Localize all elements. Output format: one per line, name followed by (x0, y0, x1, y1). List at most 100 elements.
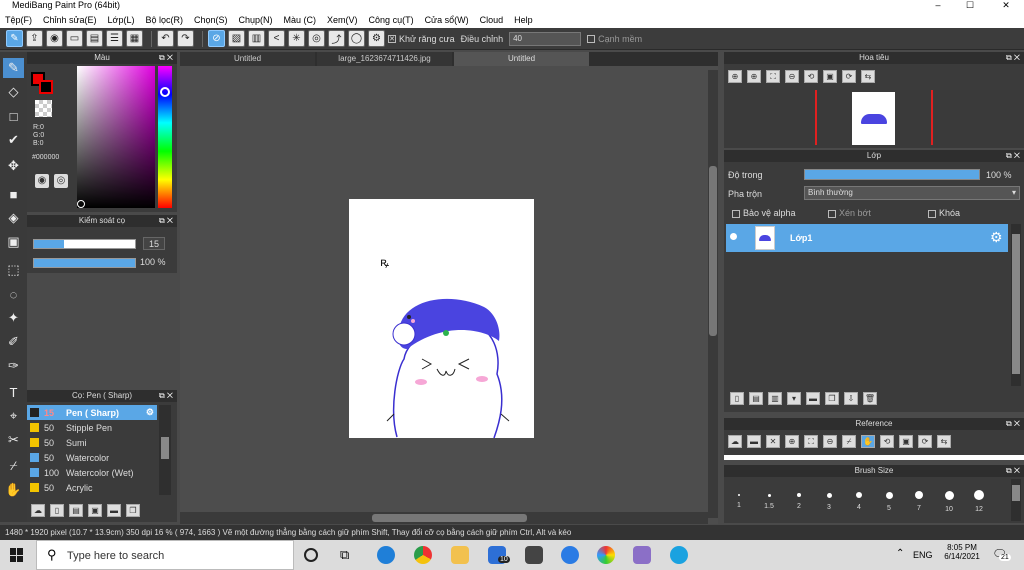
zoom-out-icon[interactable]: ⊖ (785, 70, 799, 83)
drawing-canvas[interactable]: ꝶ (349, 199, 534, 438)
brush-size-value[interactable]: 15 (143, 237, 165, 250)
brush-list-item[interactable]: 50 Acrylic (27, 480, 157, 495)
tray-chevron-up-icon[interactable]: ⌃ (896, 548, 904, 559)
minimize-button[interactable]: – (928, 0, 948, 10)
rotate-right-icon[interactable]: ⟳ (842, 70, 856, 83)
fit-window-icon[interactable]: ⛶ (766, 70, 780, 83)
curve-snap-icon[interactable]: ⤴ (328, 30, 345, 47)
hand-icon[interactable]: ✋ (3, 480, 24, 500)
tab-untitled-1[interactable]: Untitled (180, 52, 315, 66)
clock[interactable]: 8:05 PM 6/14/2021 (940, 543, 984, 561)
reference-zoom-out-icon[interactable]: ⊖ (823, 435, 837, 448)
panel-close-icon[interactable]: ⧉ ✕ (159, 390, 173, 402)
skype-icon[interactable] (670, 546, 688, 564)
panel-close-icon[interactable]: ⧉ ✕ (159, 52, 173, 64)
mail-icon[interactable]: 10 (488, 546, 510, 564)
document-icon[interactable]: ▤ (86, 30, 103, 47)
reference-hand-icon[interactable]: ✋ (861, 435, 875, 448)
panel-close-icon[interactable]: ⧉ ✕ (1006, 418, 1020, 430)
share-icon[interactable]: ⇪ (26, 30, 43, 47)
menu-snap[interactable]: Chụp(N) (239, 15, 273, 25)
cortana-icon[interactable] (304, 548, 318, 562)
medibang-icon[interactable] (597, 546, 615, 564)
flip-icon[interactable]: ⇆ (861, 70, 875, 83)
reference-rotate-right-icon[interactable]: ⟳ (918, 435, 932, 448)
lock-checkbox[interactable]: Khóa (928, 208, 960, 218)
add-layer-menu-icon[interactable]: ▾ (787, 392, 801, 405)
parallel-snap-icon[interactable]: ▧ (228, 30, 245, 47)
ellipse-snap-icon[interactable]: ◯ (348, 30, 365, 47)
reference-close-icon[interactable]: ✕ (766, 435, 780, 448)
blend-mode-select[interactable]: Bình thường ▾ (804, 186, 1020, 200)
layer-scrollbar[interactable] (1011, 224, 1021, 386)
menu-help[interactable]: Help (514, 15, 533, 25)
brush-settings-gear-icon[interactable]: ⚙ (146, 407, 154, 418)
panel-close-icon[interactable]: ⧉ ✕ (1006, 465, 1020, 477)
grid-icon[interactable]: ▦ (126, 30, 143, 47)
new-brush-icon[interactable]: ▯ (50, 504, 64, 517)
text-icon[interactable]: ▭ (66, 30, 83, 47)
divide-icon[interactable]: ✂ (3, 430, 24, 450)
layer-scroll-thumb[interactable] (1012, 234, 1020, 374)
new-8bit-layer-icon[interactable]: ▥ (768, 392, 782, 405)
color-picker-marker[interactable] (77, 200, 85, 208)
eyedropper-icon[interactable]: ⌿ (3, 456, 24, 476)
menu-file[interactable]: Tệp(F) (5, 15, 32, 25)
select-eraser-icon[interactable]: ✑ (3, 356, 24, 376)
brush-icon[interactable]: ✎ (3, 58, 24, 78)
vertical-scrollbar[interactable] (708, 70, 718, 518)
new-layer-icon[interactable]: ▯ (730, 392, 744, 405)
brush-size-option[interactable]: 3 (814, 485, 844, 511)
menu-view[interactable]: Xem(V) (327, 15, 358, 25)
brush-size-option[interactable]: 1.5 (754, 485, 784, 510)
brush-list-item[interactable]: 50 Stipple Pen (27, 420, 157, 435)
add-brush-icon[interactable]: ▤ (69, 504, 83, 517)
radial-snap-icon[interactable]: ✳ (288, 30, 305, 47)
horizontal-scroll-thumb[interactable] (372, 514, 527, 522)
zalo-icon[interactable] (561, 546, 579, 564)
brush-list-item[interactable]: 100 Watercolor (Wet) (27, 465, 157, 480)
reference-cloud-icon[interactable]: ☁ (728, 435, 742, 448)
language-indicator[interactable]: ENG (913, 550, 933, 560)
brush-list-scrollbar[interactable] (159, 405, 171, 495)
redo-icon[interactable]: ↷ (177, 30, 194, 47)
close-button[interactable]: ✕ (996, 0, 1016, 10)
protect-alpha-checkbox[interactable]: Bảo vệ alpha (732, 208, 796, 218)
brush-size-option[interactable]: 10 (934, 485, 964, 513)
menu-edit[interactable]: Chỉnh sửa(E) (43, 15, 97, 25)
tab-large-image[interactable]: large_1623674711426.jpg (317, 52, 452, 66)
cloud-brush-icon[interactable]: ☁ (31, 504, 45, 517)
clip-checkbox[interactable]: Xén bớt (828, 208, 871, 218)
brush-list-item[interactable]: 50 Sumi (27, 435, 157, 450)
maximize-button[interactable]: ☐ (960, 0, 980, 10)
reference-eyedropper-icon[interactable]: ⌿ (842, 435, 856, 448)
horizontal-scrollbar[interactable] (180, 512, 708, 524)
rotate-left-icon[interactable]: ⟲ (804, 70, 818, 83)
duplicate-layer-icon[interactable]: ❐ (825, 392, 839, 405)
antialias-checkbox[interactable]: ✕ Khử răng cưa (388, 34, 455, 44)
menu-layer[interactable]: Lớp(L) (108, 15, 135, 25)
transparent-swatch[interactable] (35, 100, 52, 117)
list-icon[interactable]: ☰ (106, 30, 123, 47)
panel-close-icon[interactable]: ⧉ ✕ (1006, 150, 1020, 162)
fill-rect-icon[interactable]: ■ (3, 184, 24, 204)
operation-icon[interactable]: ⌖ (3, 406, 24, 426)
copy-brush-icon[interactable]: ▣ (88, 504, 102, 517)
brush-list-item[interactable]: 50 Watercolor (27, 450, 157, 465)
select-pen-icon[interactable]: ✔ (3, 130, 24, 150)
menu-tools[interactable]: Công cụ(T) (369, 15, 414, 25)
reference-rotate-left-icon[interactable]: ⟲ (880, 435, 894, 448)
gradient-icon[interactable]: ▣ (3, 232, 24, 252)
paint-icon[interactable] (633, 546, 651, 564)
menu-select[interactable]: Chọn(S) (194, 15, 228, 25)
color-picker-icon[interactable]: ◎ (54, 174, 68, 188)
chrome-icon[interactable] (414, 546, 432, 564)
lasso-icon[interactable]: ◌ (3, 284, 24, 304)
dot-tool-icon[interactable]: □ (3, 106, 24, 126)
layer-opacity-slider[interactable] (804, 169, 980, 180)
windows-start-icon[interactable] (10, 548, 24, 562)
layer-name[interactable]: Lớp1 (790, 233, 812, 243)
soft-edge-checkbox[interactable]: Cạnh mềm (587, 34, 642, 44)
duplicate-icon[interactable]: ❐ (126, 504, 140, 517)
reference-image-area[interactable] (724, 455, 1024, 460)
